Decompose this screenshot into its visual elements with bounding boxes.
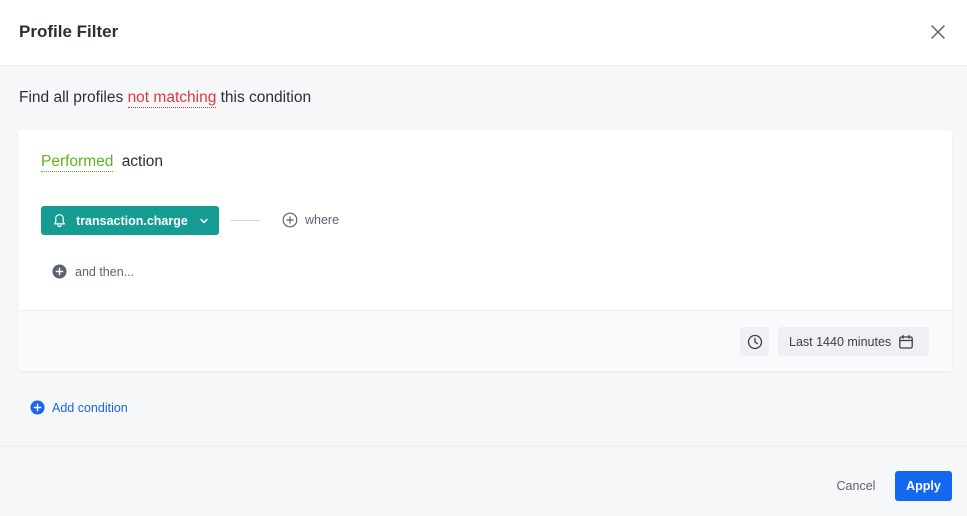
plus-circle-icon: [282, 212, 298, 228]
condition-time-bar: Last 1440 minutes: [18, 310, 952, 371]
add-condition-button[interactable]: Add condition: [30, 400, 128, 415]
condition-type-row: Performed action: [41, 153, 164, 172]
calendar-icon: [899, 334, 914, 349]
time-range-button[interactable]: Last 1440 minutes: [778, 327, 929, 356]
dialog-header: Profile Filter: [0, 0, 967, 66]
and-then-label: and then...: [75, 264, 135, 279]
and-then-button[interactable]: and then...: [52, 264, 134, 279]
description-prefix: Find all profiles: [19, 89, 124, 106]
dialog-footer: Cancel Apply: [0, 446, 967, 516]
add-condition-label: Add condition: [52, 400, 128, 415]
cancel-button[interactable]: Cancel: [826, 471, 886, 501]
performed-toggle[interactable]: Performed: [41, 153, 114, 172]
connector-line: [230, 220, 260, 221]
time-range-label: Last 1440 minutes: [789, 334, 892, 349]
clock-icon: [747, 334, 762, 349]
clock-button[interactable]: [740, 327, 769, 356]
event-select-button[interactable]: transaction.charge: [41, 206, 219, 235]
plus-circle-filled-icon: [30, 400, 45, 415]
where-label: where: [305, 213, 340, 227]
add-where-button[interactable]: where: [282, 212, 339, 228]
condition-card: Performed action transaction.charge wher…: [18, 130, 952, 371]
match-mode-toggle[interactable]: not matching: [127, 89, 217, 108]
plus-circle-filled-icon: [52, 264, 67, 279]
chevron-down-icon: [200, 218, 208, 223]
close-icon[interactable]: [928, 22, 948, 42]
filter-description: Find all profiles not matching this cond…: [19, 89, 312, 108]
profile-filter-dialog: Profile Filter Find all profiles not mat…: [0, 0, 967, 516]
description-suffix: this condition: [220, 89, 312, 106]
dialog-title: Profile Filter: [19, 22, 119, 41]
event-label: transaction.charge: [76, 213, 188, 228]
bell-icon: [54, 214, 65, 228]
condition-type-label: action: [121, 153, 164, 170]
apply-button[interactable]: Apply: [895, 471, 952, 501]
